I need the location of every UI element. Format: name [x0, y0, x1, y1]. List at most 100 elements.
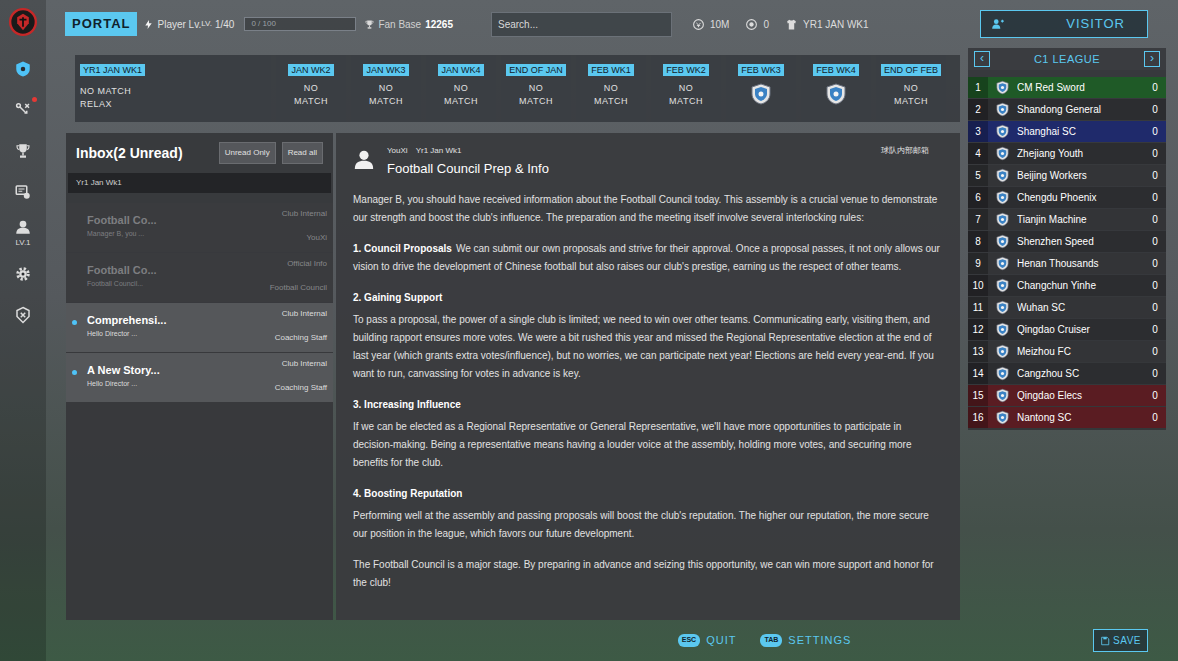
section-text: If we can be elected as a Regional Repre… [353, 418, 943, 472]
sidebar-item[interactable] [7, 95, 39, 125]
league-row[interactable]: 2Shandong General0 [968, 99, 1166, 120]
prev-button[interactable]: ‹ [974, 51, 990, 67]
team-points: 0 [1144, 80, 1166, 95]
league-rank: 10 [968, 275, 988, 296]
mailbox-label: 球队内部邮箱 [881, 145, 929, 157]
portal-badge[interactable]: PORTAL [65, 12, 137, 36]
schedule-card[interactable]: FEB WK2NOMATCH [651, 55, 721, 122]
league-row[interactable]: 9Henan Thousands0 [968, 253, 1166, 274]
save-button[interactable]: SAVE [1093, 629, 1148, 652]
visitor-button[interactable]: VISITOR [980, 10, 1148, 38]
inbox-filter-button[interactable]: Read all [282, 142, 323, 164]
fan-base-label: Fan Base [378, 17, 421, 32]
next-button[interactable]: › [1144, 51, 1160, 67]
schedule-card[interactable]: FEB WK1NOMATCH [576, 55, 646, 122]
league-rank: 12 [968, 319, 988, 340]
schedule-card[interactable]: FEB WK4 [801, 55, 871, 122]
fan-base-value: 12265 [425, 17, 453, 32]
team-crest-icon [995, 366, 1010, 381]
league-row[interactable]: 7Tianjin Machine0 [968, 209, 1166, 230]
league-row[interactable]: 8Shenzhen Speed0 [968, 231, 1166, 252]
schedule-label: END OF JAN [506, 64, 566, 76]
message-preview: Hello Director ... [87, 379, 275, 389]
league-rank: 2 [968, 99, 988, 120]
team-points: 0 [1144, 124, 1166, 139]
avatar-icon [353, 147, 375, 171]
league-rank: 4 [968, 143, 988, 164]
team-crest-icon [995, 322, 1010, 337]
sidebar-item[interactable] [7, 136, 39, 166]
schedule-card[interactable]: END OF FEBNOMATCH [876, 55, 946, 122]
schedule-label: FEB WK4 [813, 64, 859, 76]
league-row[interactable]: 10Changchun Yinhe0 [968, 275, 1166, 296]
team-name: Wuhan SC [1017, 300, 1144, 315]
panels: Inbox(2 Unread)Unread OnlyRead allYr1 Ja… [66, 133, 960, 620]
message-section: 3. Increasing InfluenceIf we can be elec… [353, 396, 943, 472]
bolt-icon [143, 19, 154, 30]
league-row[interactable]: 16Nantong SC0 [968, 407, 1166, 428]
stat-value: 0 [763, 17, 769, 32]
schedule-card[interactable]: YR1 JAN WK1NO MATCHRELAX [75, 55, 271, 122]
league-row[interactable]: 5Beijing Workers0 [968, 165, 1166, 186]
schedule-label: JAN WK2 [288, 64, 333, 76]
team-points: 0 [1144, 278, 1166, 293]
search-input[interactable] [491, 12, 672, 37]
notify-dot [32, 261, 37, 266]
schedule-card[interactable]: JAN WK4NOMATCH [426, 55, 496, 122]
league-row[interactable]: 11Wuhan SC0 [968, 297, 1166, 318]
message-section: 1. Council ProposalsWe can submit our ow… [353, 240, 943, 276]
schedule-line: MATCH [519, 95, 553, 108]
schedule-line: NO [379, 82, 394, 95]
team-name: Shanghai SC [1017, 124, 1144, 139]
key-hint[interactable]: ESCQUIT [678, 632, 737, 649]
inbox-filter-button[interactable]: Unread Only [219, 142, 276, 164]
team-crest-icon [995, 234, 1010, 249]
message-item[interactable]: Comprehensi...Hello Director ...Club Int… [66, 303, 333, 352]
message-item[interactable]: Football Co...Manager B, you ...Club Int… [66, 203, 333, 252]
team-points: 0 [1144, 190, 1166, 205]
section-heading: 2. Gaining Support [353, 289, 943, 307]
league-row[interactable]: 15Qingdao Elecs0 [968, 385, 1166, 406]
message-section: 2. Gaining SupportTo pass a proposal, th… [353, 289, 943, 383]
team-name: CM Red Sword [1017, 80, 1144, 95]
message-category: Club Internal [282, 209, 327, 219]
level-label: LV.1 [15, 238, 30, 248]
sidebar-item[interactable] [7, 177, 39, 207]
sidebar-item[interactable] [7, 259, 39, 289]
team-crest-icon [995, 410, 1010, 425]
message-intro: Manager B, you should have received info… [353, 191, 943, 227]
sidebar: LV.1 [0, 0, 46, 661]
key-hint[interactable]: TABSETTINGS [760, 632, 851, 649]
sidebar-item[interactable] [7, 54, 39, 84]
team-points: 0 [1144, 256, 1166, 271]
league-rank: 15 [968, 385, 988, 406]
schedule-card[interactable]: FEB WK3 [726, 55, 796, 122]
league-rank: 16 [968, 407, 988, 428]
schedule-card[interactable]: END OF JANNOMATCH [501, 55, 571, 122]
league-row[interactable]: 4Zhejiang Youth0 [968, 143, 1166, 164]
league-row[interactable]: 13Meizhou FC0 [968, 341, 1166, 362]
stat: YR1 JAN WK1 [785, 17, 869, 32]
section-heading: 4. Boosting Reputation [353, 485, 943, 503]
sidebar-item[interactable]: LV.1 [7, 218, 39, 248]
tactics-icon [14, 101, 32, 119]
team-name: Shenzhen Speed [1017, 234, 1144, 249]
league-row[interactable]: 1CM Red Sword0 [968, 77, 1166, 98]
schedule-card[interactable]: JAN WK2NOMATCH [276, 55, 346, 122]
message-item[interactable]: A New Story...Hello Director ...Club Int… [66, 353, 333, 402]
league-row[interactable]: 14Cangzhou SC0 [968, 363, 1166, 384]
message-item[interactable]: Football Co...Football Council...Officia… [66, 253, 333, 302]
league-rank: 11 [968, 297, 988, 318]
message-closing: The Football Council is a major stage. B… [353, 556, 943, 592]
sidebar-item[interactable] [7, 300, 39, 330]
league-row[interactable]: 3Shanghai SC0 [968, 121, 1166, 142]
unread-dot [72, 270, 77, 275]
inbox-panel: Inbox(2 Unread)Unread OnlyRead allYr1 Ja… [66, 133, 333, 620]
schedule-line: NO [904, 82, 919, 95]
team-name: Cangzhou SC [1017, 366, 1144, 381]
league-row[interactable]: 12Qingdao Cruiser0 [968, 319, 1166, 340]
message-category: Official Info [287, 259, 327, 269]
stats: 10M0YR1 JAN WK1 [692, 17, 869, 32]
league-row[interactable]: 6Chengdu Phoenix0 [968, 187, 1166, 208]
schedule-card[interactable]: JAN WK3NOMATCH [351, 55, 421, 122]
